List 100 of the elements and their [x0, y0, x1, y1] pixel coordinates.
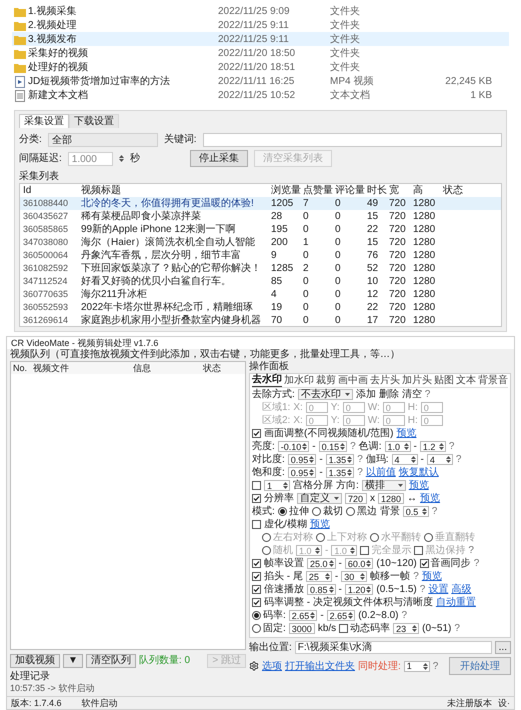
spin-field[interactable]: 0.95	[288, 467, 316, 478]
radio-button[interactable]	[252, 611, 261, 620]
table-row[interactable]: 361088440 北冷的冬天，你值得拥有更温暖的体验! 1205 7 0 49 720 1280	[20, 197, 501, 210]
spin-field[interactable]: 2.65	[288, 610, 318, 621]
spin-field[interactable]: 1.35	[326, 454, 354, 465]
spin-arrows-icon[interactable]	[348, 611, 354, 620]
checkbox[interactable]	[252, 429, 261, 438]
tab[interactable]: 文本	[456, 374, 476, 387]
column-header[interactable]: 信息	[133, 362, 203, 374]
spin-arrows-icon[interactable]	[283, 481, 288, 490]
spin-arrows-icon[interactable]	[422, 662, 428, 670]
tab[interactable]: 下载设置	[69, 114, 119, 128]
column-header[interactable]: 状态	[203, 362, 243, 374]
settings-menu[interactable]: 设·	[498, 696, 510, 710]
spin-arrows-icon[interactable]	[310, 611, 316, 620]
column-header[interactable]: 视频文件	[33, 362, 133, 374]
help-mark[interactable]: ?	[402, 610, 408, 622]
column-header[interactable]: 视频标题	[81, 184, 271, 197]
spin-arrows-icon[interactable]	[360, 572, 366, 581]
tab[interactable]: 去片头	[370, 374, 400, 387]
output-field[interactable]: F:\视频采集\水滴	[294, 641, 492, 654]
spin-field[interactable]: 0.95	[288, 454, 316, 465]
spin-arrows-icon[interactable]	[328, 585, 334, 594]
setting-link[interactable]: 打开输出文件夹	[285, 658, 355, 674]
spin-field[interactable]: 2.65	[326, 610, 356, 621]
spin-field[interactable]: -0.10	[278, 441, 310, 452]
queue-button[interactable]: 加载视频	[10, 654, 60, 668]
spin-arrows-icon[interactable]	[404, 442, 409, 451]
tab[interactable]: 贴图	[434, 374, 454, 387]
dropdown[interactable]: 横排	[362, 480, 406, 491]
column-header[interactable]: 宽	[389, 184, 413, 197]
tab[interactable]: 去水印	[252, 374, 282, 387]
checkbox[interactable]	[252, 572, 261, 581]
checkbox[interactable]	[252, 559, 261, 568]
setting-link[interactable]: 选项	[262, 658, 282, 674]
number-field[interactable]: 720	[345, 493, 367, 504]
spin-field[interactable]: 25	[306, 571, 332, 582]
spin-arrows-icon[interactable]	[347, 455, 352, 464]
checkbox[interactable]	[252, 520, 261, 529]
checkbox[interactable]	[420, 559, 429, 568]
spin-field[interactable]: 1.0	[384, 441, 411, 452]
help-mark[interactable]: ?	[424, 388, 430, 400]
setting-link[interactable]: 以前值	[366, 466, 396, 478]
column-header[interactable]: 浏览量	[271, 184, 303, 197]
spin-field[interactable]: 0.85	[307, 584, 336, 595]
tab[interactable]: 背景音	[478, 374, 508, 387]
spin-field[interactable]: 0.15	[318, 441, 348, 452]
column-header[interactable]: 时长	[367, 184, 389, 197]
spin-field[interactable]: 1	[264, 480, 290, 491]
checkbox[interactable]	[252, 481, 261, 490]
number-field[interactable]: 3000	[288, 623, 315, 634]
spin-field[interactable]: 60.0	[344, 558, 374, 569]
spin-arrows-icon[interactable]	[324, 572, 330, 581]
queue-button[interactable]: 清空队列	[86, 654, 136, 668]
help-mark[interactable]: ?	[448, 440, 454, 452]
setting-link[interactable]: 高级	[451, 584, 472, 596]
help-mark[interactable]: ?	[432, 658, 438, 674]
start-button[interactable]: 开始处理	[449, 657, 511, 675]
spin-field[interactable]: 23	[393, 623, 420, 634]
checkbox[interactable]	[252, 598, 261, 607]
help-mark[interactable]: ?	[350, 440, 356, 452]
spin-arrows-icon[interactable]	[340, 442, 346, 451]
spin-field[interactable]: 30	[341, 571, 368, 582]
column-header[interactable]: Id	[23, 184, 81, 197]
radio-button[interactable]	[346, 507, 355, 516]
dropdown[interactable]: 不去水印	[298, 389, 353, 400]
spin-field[interactable]: 0.5	[402, 506, 429, 517]
tab[interactable]: 画中画	[338, 374, 368, 387]
spin-arrows-icon[interactable]	[328, 559, 334, 568]
spin-arrows-icon[interactable]	[422, 507, 427, 516]
help-mark[interactable]: ?	[474, 558, 480, 570]
checkbox[interactable]	[252, 585, 261, 594]
help-mark[interactable]: ?	[456, 454, 462, 466]
checkbox[interactable]	[252, 494, 261, 503]
column-header[interactable]: 高	[413, 184, 443, 197]
settings-icon[interactable]	[249, 661, 259, 671]
spin-arrows-icon[interactable]	[347, 468, 352, 477]
spin-field[interactable]: 4	[426, 454, 453, 465]
spin-arrows-icon[interactable]	[309, 468, 314, 477]
radio-button[interactable]	[312, 507, 321, 516]
setting-link[interactable]: 预览	[422, 570, 442, 582]
spin-arrows-icon[interactable]	[366, 585, 372, 594]
setting-link[interactable]: 预览	[310, 518, 330, 530]
help-mark[interactable]: ?	[357, 466, 363, 478]
spin-arrows-icon[interactable]	[302, 442, 308, 451]
radio-button[interactable]	[252, 624, 261, 633]
keyword-field[interactable]	[202, 132, 502, 146]
help-mark[interactable]: ?	[420, 584, 426, 596]
setting-link[interactable]: 设置	[428, 584, 448, 596]
spin-field[interactable]: 25.0	[307, 558, 336, 569]
queue-button[interactable]: ▼	[63, 654, 83, 668]
help-mark[interactable]: ?	[454, 622, 460, 634]
column-header[interactable]: No.	[13, 362, 33, 374]
tab[interactable]: 裁剪	[316, 374, 336, 387]
spin-arrows-icon[interactable]	[118, 154, 124, 163]
spin-arrows-icon[interactable]	[410, 455, 416, 464]
checkbox[interactable]	[339, 624, 348, 633]
spin-field[interactable]: 4	[392, 454, 418, 465]
number-field[interactable]: 1280	[378, 493, 404, 504]
category-dropdown[interactable]: 全部	[48, 132, 158, 146]
